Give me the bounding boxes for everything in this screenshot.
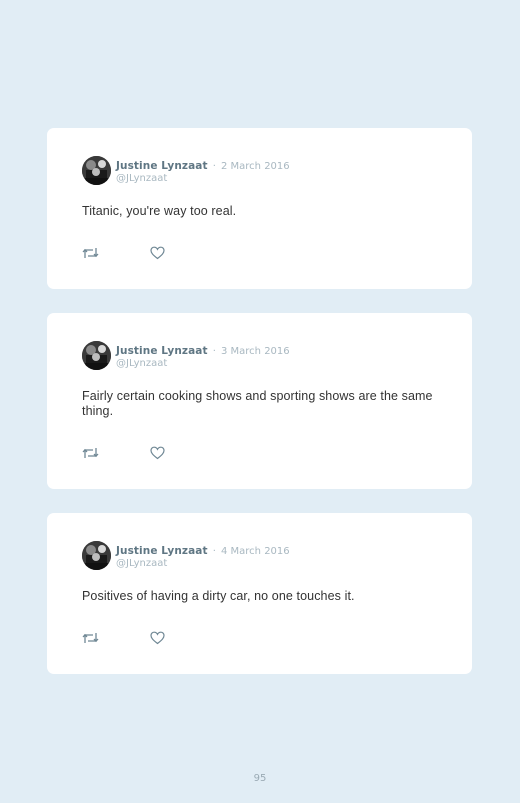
author-name[interactable]: Justine Lynzaat: [116, 545, 208, 557]
tweet-date[interactable]: 4 March 2016: [221, 546, 290, 557]
author-handle[interactable]: @JLynzaat: [116, 558, 290, 570]
retweet-icon[interactable]: [82, 631, 99, 645]
tweet-text: Titanic, you're way too real.: [82, 204, 237, 218]
tweet-text: Positives of having a dirty car, no one …: [82, 589, 355, 603]
author-name[interactable]: Justine Lynzaat: [116, 345, 208, 357]
avatar[interactable]: [82, 541, 111, 570]
page-number: 95: [253, 773, 267, 784]
tweet-date[interactable]: 3 March 2016: [221, 346, 290, 357]
separator: ·: [212, 346, 216, 357]
avatar[interactable]: [82, 156, 111, 185]
tweet-text: Fairly certain cooking shows and sportin…: [82, 389, 433, 418]
tweet-actions: [82, 446, 202, 460]
tweet-card: Justine Lynzaat · 3 March 2016 @JLynzaat…: [47, 313, 472, 489]
heart-icon[interactable]: [150, 631, 165, 645]
tweet-meta: Justine Lynzaat · 2 March 2016 @JLynzaat: [116, 157, 290, 185]
author-handle[interactable]: @JLynzaat: [116, 358, 290, 370]
author-handle[interactable]: @JLynzaat: [116, 173, 290, 185]
tweet-meta: Justine Lynzaat · 4 March 2016 @JLynzaat: [116, 542, 290, 570]
tweet-card: Justine Lynzaat · 4 March 2016 @JLynzaat…: [47, 513, 472, 674]
tweet-meta: Justine Lynzaat · 3 March 2016 @JLynzaat: [116, 342, 290, 370]
tweet-actions: [82, 631, 202, 645]
retweet-icon[interactable]: [82, 246, 99, 260]
heart-icon[interactable]: [150, 446, 165, 460]
separator: ·: [212, 161, 216, 172]
author-name[interactable]: Justine Lynzaat: [116, 160, 208, 172]
heart-icon[interactable]: [150, 246, 165, 260]
retweet-icon[interactable]: [82, 446, 99, 460]
tweet-card: Justine Lynzaat · 2 March 2016 @JLynzaat…: [47, 128, 472, 289]
tweet-date[interactable]: 2 March 2016: [221, 161, 290, 172]
avatar[interactable]: [82, 341, 111, 370]
tweet-actions: [82, 246, 202, 260]
separator: ·: [212, 546, 216, 557]
